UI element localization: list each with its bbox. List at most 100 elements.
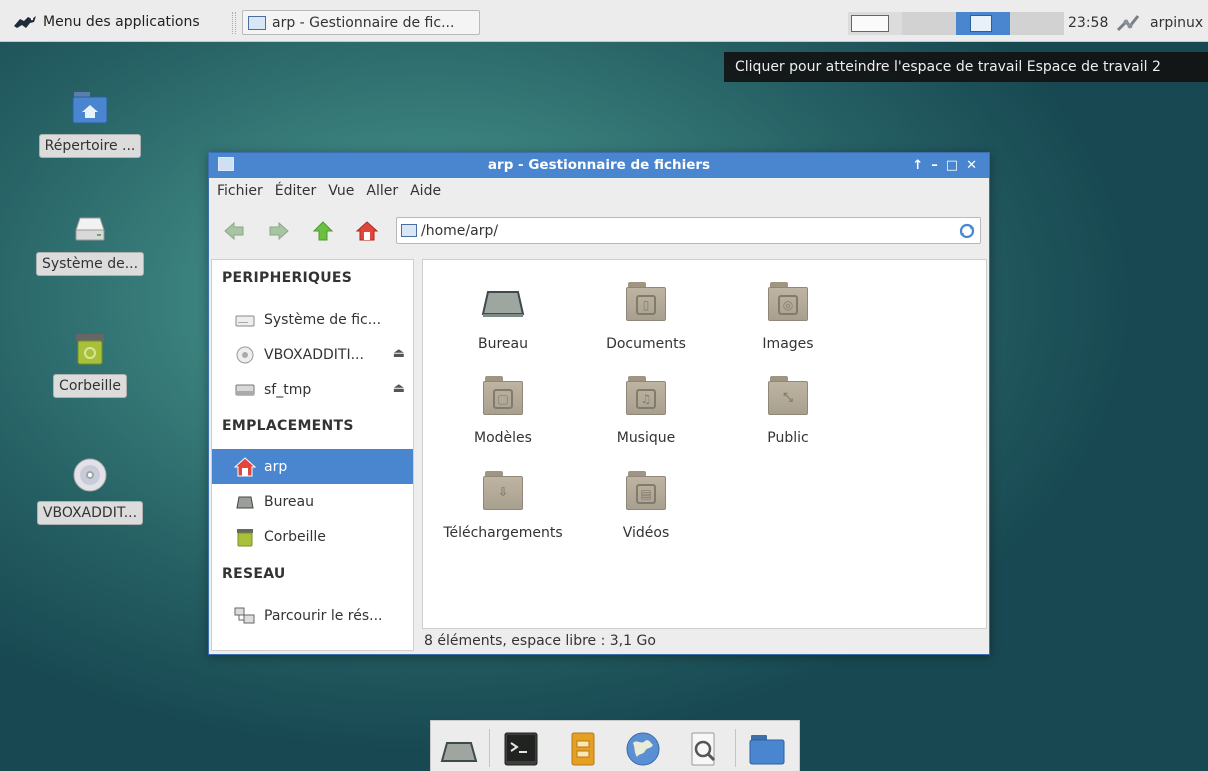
section-devices: PERIPHERIQUES xyxy=(222,270,353,286)
arrow-left-icon xyxy=(224,221,244,241)
file-item-label: Bureau xyxy=(478,336,528,352)
maximize-icon[interactable]: □ xyxy=(946,153,958,178)
dock-item-terminal[interactable] xyxy=(501,729,541,769)
sidebar-item-label: Système de fic... xyxy=(264,311,382,328)
workspace-4[interactable] xyxy=(1010,12,1064,35)
menu-aide[interactable]: Aide xyxy=(410,183,441,199)
workspace-2[interactable] xyxy=(902,12,956,35)
home-icon xyxy=(356,221,378,241)
desktop-icon-filesystem[interactable]: Système de... xyxy=(15,206,165,276)
sidebar-item-label: arp xyxy=(264,458,288,475)
top-panel: Menu des applications arp - Gestionnaire… xyxy=(0,0,1208,42)
taskbar-window-label: arp - Gestionnaire de fic... xyxy=(272,14,455,31)
toolbar: /home/arp/ xyxy=(209,210,989,250)
folder-images-icon: ◎ xyxy=(764,276,812,324)
folder-icon xyxy=(749,735,785,765)
menu-vue[interactable]: Vue xyxy=(328,183,354,199)
location-path: /home/arp/ xyxy=(421,222,499,239)
file-item-bureau[interactable]: Bureau xyxy=(438,276,568,352)
sidebar-item-filesystem[interactable]: Système de fic... xyxy=(212,302,413,337)
keep-above-icon[interactable]: ↑ xyxy=(912,153,923,178)
file-item-documents[interactable]: ▯ Documents xyxy=(581,276,711,352)
dock-item-desktop[interactable] xyxy=(439,729,479,769)
file-item-telechargements[interactable]: ⇩ Téléchargements xyxy=(438,465,568,541)
dock-item-files[interactable] xyxy=(747,729,787,769)
dock-separator xyxy=(489,729,490,767)
window-controls: ↑ – □ ✕ xyxy=(912,153,977,178)
folder-window-icon xyxy=(248,15,266,30)
file-item-modeles[interactable]: ▢ Modèles xyxy=(438,370,568,446)
file-item-label: Images xyxy=(762,336,814,352)
file-item-label: Musique xyxy=(616,430,676,446)
user-menu-label[interactable]: arpinux xyxy=(1150,12,1203,34)
taskbar-window-button[interactable]: arp - Gestionnaire de fic... xyxy=(242,10,480,35)
eject-icon[interactable]: ⏏ xyxy=(393,381,405,396)
home-folder-icon xyxy=(70,88,110,128)
file-item-label: Vidéos xyxy=(622,525,670,541)
file-item-videos[interactable]: ▤ Vidéos xyxy=(581,465,711,541)
dock-item-search[interactable] xyxy=(683,729,723,769)
drive-icon xyxy=(234,380,256,400)
desktop-icon xyxy=(479,276,527,324)
dock xyxy=(430,720,800,771)
minimize-icon[interactable]: – xyxy=(931,153,938,178)
workspace-tooltip: Cliquer pour atteindre l'espace de trava… xyxy=(724,52,1208,82)
workspace-1[interactable] xyxy=(848,12,902,35)
search-icon xyxy=(691,732,716,766)
sidebar-item-label: Bureau xyxy=(264,493,314,510)
location-field[interactable]: /home/arp/ xyxy=(396,217,981,244)
parent-folder-button[interactable] xyxy=(310,218,336,244)
network-icon[interactable] xyxy=(1115,12,1141,34)
file-item-label: Modèles xyxy=(474,430,532,446)
sidebar-item-sf-tmp[interactable]: sf_tmp ⏏ xyxy=(212,372,413,407)
sidebar-item-browse-network[interactable]: Parcourir le rés... xyxy=(212,598,413,633)
desktop-icon-home[interactable]: Répertoire ... xyxy=(15,88,165,158)
forward-button[interactable] xyxy=(266,218,292,244)
arrow-up-icon xyxy=(312,221,334,241)
window-titlebar[interactable]: arp - Gestionnaire de fichiers ↑ – □ ✕ xyxy=(209,153,989,178)
sidebar-item-arp[interactable]: arp xyxy=(212,449,413,484)
sidebar-item-corbeille[interactable]: Corbeille xyxy=(212,519,413,554)
sidebar-item-cdrom[interactable]: VBOXADDITI... ⏏ xyxy=(212,337,413,372)
applications-menu-label: Menu des applications xyxy=(43,14,200,30)
file-manager-window: arp - Gestionnaire de fichiers ↑ – □ ✕ F… xyxy=(208,152,990,655)
dock-separator xyxy=(735,729,736,767)
arrow-right-icon xyxy=(269,221,289,241)
file-item-label: Téléchargements xyxy=(443,525,563,541)
section-network: RESEAU xyxy=(222,566,286,582)
menu-aller[interactable]: Aller xyxy=(366,183,398,199)
close-icon[interactable]: ✕ xyxy=(966,153,977,178)
folder-music-icon: ♫ xyxy=(622,370,670,418)
archive-icon xyxy=(571,732,595,766)
desktop-icon-trash[interactable]: Corbeille xyxy=(15,328,165,398)
sidebar-item-bureau[interactable]: Bureau xyxy=(212,484,413,519)
desktop-icon-cdrom[interactable]: VBOXADDIT... xyxy=(15,455,165,525)
sidebar-item-label: Corbeille xyxy=(264,528,326,545)
file-item-public[interactable]: ⤡ Public xyxy=(723,370,853,446)
file-item-images[interactable]: ◎ Images xyxy=(723,276,853,352)
clock[interactable]: 23:58 xyxy=(1068,12,1108,34)
sidebar-item-label: VBOXADDITI... xyxy=(264,346,364,363)
side-pane: PERIPHERIQUES Système de fic... VBOXADDI… xyxy=(211,259,414,651)
window-title: arp - Gestionnaire de fichiers xyxy=(487,157,711,173)
desktop-icon-label: Répertoire ... xyxy=(38,134,142,158)
applications-menu-button[interactable]: Menu des applications xyxy=(12,12,200,32)
folder-documents-icon: ▯ xyxy=(622,276,670,324)
home-button[interactable] xyxy=(354,218,380,244)
section-places: EMPLACEMENTS xyxy=(222,418,354,434)
trash-icon xyxy=(234,527,256,547)
dock-item-web-browser[interactable] xyxy=(623,729,663,769)
eject-icon[interactable]: ⏏ xyxy=(393,346,405,361)
dock-item-archive[interactable] xyxy=(563,729,603,769)
menu-fichier[interactable]: Fichier xyxy=(217,183,263,199)
workspace-3[interactable] xyxy=(956,12,1010,35)
drive-icon xyxy=(234,310,256,330)
back-button[interactable] xyxy=(221,218,247,244)
file-item-musique[interactable]: ♫ Musique xyxy=(581,370,711,446)
folder-public-icon: ⤡ xyxy=(764,370,812,418)
network-icon xyxy=(234,606,256,626)
reload-icon[interactable] xyxy=(958,222,976,240)
menu-editer[interactable]: Éditer xyxy=(275,183,316,199)
drive-icon xyxy=(70,206,110,246)
sidebar-item-label: Parcourir le rés... xyxy=(264,607,383,624)
